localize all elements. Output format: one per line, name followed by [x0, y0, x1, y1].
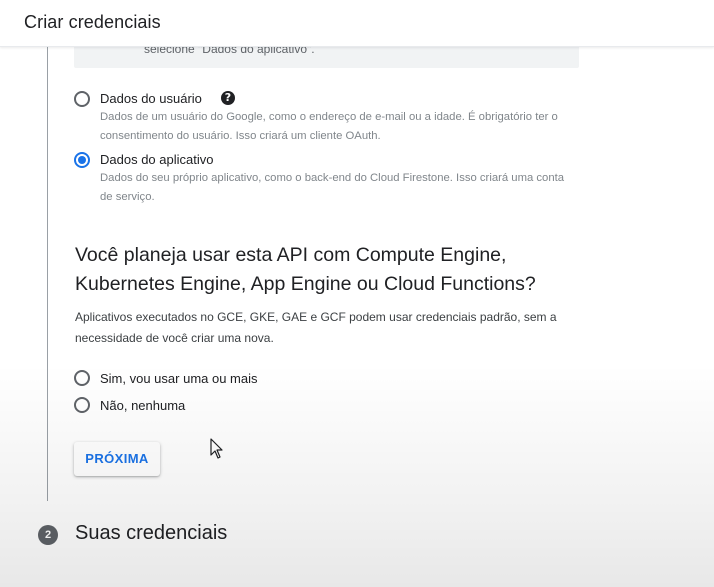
radio-dados-aplicativo[interactable] [74, 152, 90, 168]
mouse-cursor-icon [210, 438, 223, 459]
step-2-title[interactable]: Suas credenciais [75, 522, 227, 545]
radio-sim[interactable] [74, 370, 90, 386]
option-label-sim[interactable]: Sim, vou usar uma ou mais [100, 371, 258, 386]
option-label-nao[interactable]: Não, nenhuma [100, 398, 185, 413]
option-desc-dados-usuario: Dados de um usuário do Google, como o en… [100, 111, 558, 142]
header-bar: Criar credenciais [0, 0, 714, 47]
help-icon[interactable]: ? [221, 91, 235, 105]
question-title: Você planeja usar esta API com Compute E… [75, 244, 536, 295]
question-description: Aplicativos executados no GCE, GKE, GAE … [75, 310, 557, 345]
option-desc-dados-aplicativo: Dados do seu próprio aplicativo, como o … [100, 172, 565, 203]
next-button[interactable]: PRÓXIMA [74, 442, 160, 476]
radio-nao[interactable] [74, 397, 90, 413]
radio-dados-usuario[interactable] [74, 91, 90, 107]
step-2-number-badge: 2 [38, 525, 58, 545]
stepper-connector-line [47, 46, 48, 501]
option-label-dados-usuario[interactable]: Dados do usuário [100, 91, 202, 106]
page-title: Criar credenciais [24, 12, 161, 32]
create-credentials-page: Criar credenciais selecione "Dados do ap… [0, 0, 714, 587]
option-label-dados-aplicativo[interactable]: Dados do aplicativo [100, 152, 213, 167]
